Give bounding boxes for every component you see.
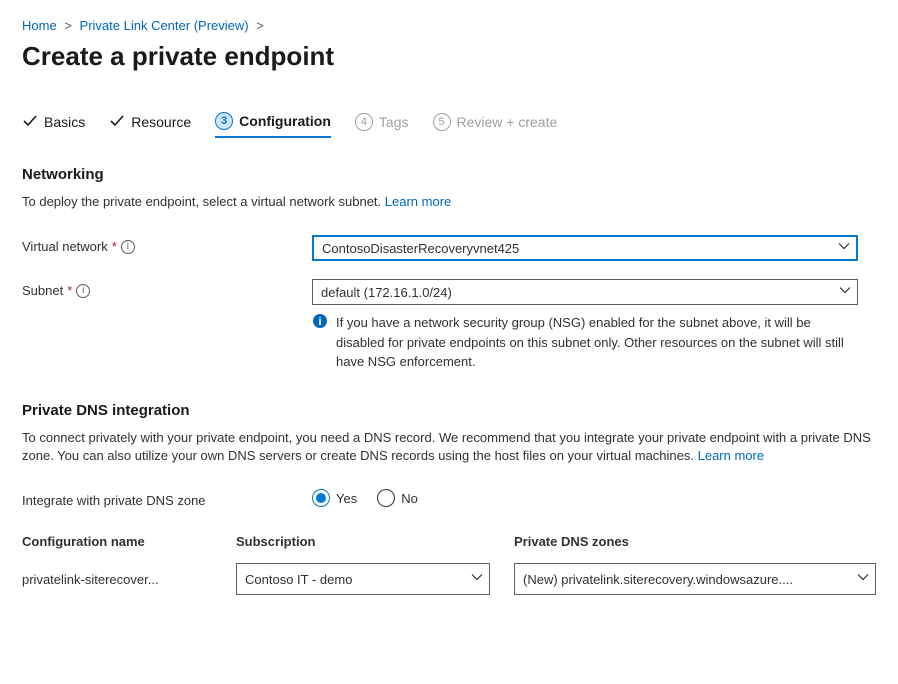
step-label: Basics	[44, 114, 85, 130]
radio-icon	[377, 489, 395, 507]
checkmark-icon	[22, 113, 38, 132]
breadcrumb: Home > Private Link Center (Preview) >	[22, 18, 876, 33]
checkmark-icon	[109, 113, 125, 132]
required-mark: *	[67, 283, 72, 298]
select-value: (New) privatelink.siterecovery.windowsaz…	[523, 572, 793, 587]
info-icon: i	[312, 313, 328, 329]
select-value: default (172.16.1.0/24)	[321, 285, 452, 300]
integrate-dns-row: Integrate with private DNS zone Yes No	[22, 489, 876, 508]
nsg-note: i If you have a network security group (…	[312, 313, 858, 372]
breadcrumb-private-link-center[interactable]: Private Link Center (Preview)	[80, 18, 249, 33]
step-basics[interactable]: Basics	[22, 113, 85, 138]
radio-label: No	[401, 491, 418, 506]
radio-icon	[312, 489, 330, 507]
step-label: Tags	[379, 114, 409, 130]
chevron-right-icon: >	[64, 18, 72, 33]
col-configuration-name: Configuration name	[22, 534, 236, 549]
configuration-name-cell: privatelink-siterecover...	[22, 572, 236, 587]
chevron-down-icon	[838, 241, 850, 256]
select-value: Contoso IT - demo	[245, 572, 352, 587]
radio-label: Yes	[336, 491, 357, 506]
virtual-network-select[interactable]: ContosoDisasterRecoveryvnet425	[312, 235, 858, 261]
subnet-row: Subnet * i default (172.16.1.0/24) i If …	[22, 279, 876, 372]
svg-text:i: i	[318, 316, 321, 328]
col-subscription: Subscription	[236, 534, 514, 549]
wizard-stepper: Basics Resource 3 Configuration 4 Tags 5…	[22, 112, 876, 138]
learn-more-link[interactable]: Learn more	[698, 448, 764, 463]
chevron-down-icon	[471, 572, 483, 587]
breadcrumb-home[interactable]: Home	[22, 18, 57, 33]
page-title: Create a private endpoint	[22, 41, 876, 72]
select-value: ContosoDisasterRecoveryvnet425	[322, 241, 519, 256]
info-icon[interactable]: i	[121, 240, 135, 254]
info-icon[interactable]: i	[76, 284, 90, 298]
subnet-label: Subnet * i	[22, 279, 312, 298]
step-label: Review + create	[457, 114, 558, 130]
dns-description: To connect privately with your private e…	[22, 429, 876, 465]
integrate-dns-no[interactable]: No	[377, 489, 418, 507]
step-configuration[interactable]: 3 Configuration	[215, 112, 331, 138]
chevron-down-icon	[839, 285, 851, 300]
virtual-network-row: Virtual network * i ContosoDisasterRecov…	[22, 235, 876, 261]
chevron-right-icon: >	[256, 18, 264, 33]
chevron-down-icon	[857, 572, 869, 587]
integrate-dns-label: Integrate with private DNS zone	[22, 489, 312, 508]
step-review-create[interactable]: 5 Review + create	[433, 113, 558, 137]
dns-zones-table: Configuration name Subscription Private …	[22, 526, 876, 601]
step-resource[interactable]: Resource	[109, 113, 191, 138]
dns-zone-select[interactable]: (New) privatelink.siterecovery.windowsaz…	[514, 563, 876, 595]
learn-more-link[interactable]: Learn more	[385, 194, 451, 209]
step-number-icon: 5	[433, 113, 451, 131]
integrate-dns-yes[interactable]: Yes	[312, 489, 357, 507]
step-number-icon: 3	[215, 112, 233, 130]
step-number-icon: 4	[355, 113, 373, 131]
subscription-select[interactable]: Contoso IT - demo	[236, 563, 490, 595]
dns-heading: Private DNS integration	[22, 402, 876, 419]
virtual-network-label: Virtual network * i	[22, 235, 312, 254]
subnet-select[interactable]: default (172.16.1.0/24)	[312, 279, 858, 305]
step-label: Resource	[131, 114, 191, 130]
networking-heading: Networking	[22, 166, 876, 183]
table-row: privatelink-siterecover... Contoso IT - …	[22, 557, 876, 601]
table-header: Configuration name Subscription Private …	[22, 526, 876, 557]
col-private-dns-zones: Private DNS zones	[514, 534, 876, 549]
step-label: Configuration	[239, 113, 331, 129]
step-tags[interactable]: 4 Tags	[355, 113, 409, 137]
networking-description: To deploy the private endpoint, select a…	[22, 193, 876, 211]
nsg-note-text: If you have a network security group (NS…	[336, 313, 858, 372]
required-mark: *	[112, 239, 117, 254]
